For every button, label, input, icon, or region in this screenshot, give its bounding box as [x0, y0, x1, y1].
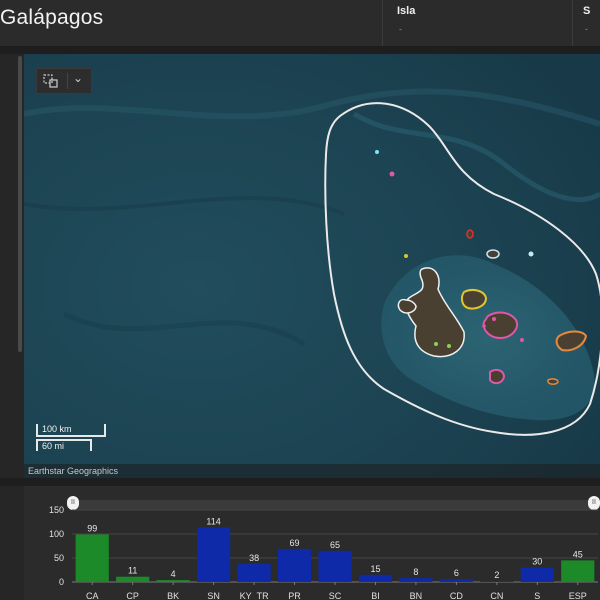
chart-panel: II II 0 50 100 150 99 CA 11 CP 4 BK 114 SN 38 KY_TR 69… [0, 486, 600, 600]
y-tick-label: 100 [49, 529, 64, 539]
x-tick-label: SN [207, 591, 220, 600]
island-rabida[interactable] [492, 317, 496, 321]
island-pinta[interactable] [466, 229, 474, 239]
y-tick-label: 50 [54, 553, 64, 563]
panel-divider [0, 478, 600, 486]
bar-S[interactable] [520, 567, 554, 582]
page-title: Galápagos [0, 6, 104, 29]
x-tick-label: CP [126, 591, 139, 600]
info-panel-label: S [583, 5, 591, 17]
map-canvas[interactable] [24, 54, 600, 478]
scrollbar[interactable] [18, 56, 22, 352]
info-panel-s[interactable]: S - [572, 0, 600, 46]
island-floreana[interactable] [489, 368, 506, 385]
data-label: 2 [494, 570, 499, 580]
x-tick-label: BN [410, 591, 423, 600]
bar-BK[interactable] [156, 580, 190, 582]
bar-BI[interactable] [358, 574, 393, 582]
island-espanola[interactable] [547, 378, 559, 385]
island-wolf[interactable] [389, 171, 395, 177]
data-label: 8 [413, 567, 418, 577]
bar-SN[interactable] [197, 527, 231, 582]
x-tick-label: PR [288, 591, 301, 600]
x-tick-label: CD [450, 591, 463, 600]
island-genovesa[interactable] [528, 251, 534, 257]
x-tick-label: KY_TR [240, 591, 270, 600]
info-panel-value: - [399, 24, 402, 34]
data-label: 114 [206, 516, 220, 526]
map-view[interactable]: ⌄ 100 km 60 mi Earthstar Geographics [24, 54, 600, 478]
app-header: Galápagos Isla - S - [0, 0, 600, 46]
info-panel-isla[interactable]: Isla - [382, 0, 573, 46]
info-panel-label: Isla [397, 5, 416, 17]
scale-bar: 100 km 60 mi [36, 424, 108, 454]
data-label: 6 [454, 568, 459, 578]
island-santa-cruz[interactable] [482, 311, 518, 340]
y-tick-label: 150 [49, 505, 64, 515]
island-santiago[interactable] [460, 289, 488, 310]
data-label: 38 [249, 553, 259, 563]
x-tick-label: CA [86, 591, 99, 600]
bar-BN[interactable] [399, 578, 433, 582]
data-label: 4 [171, 569, 176, 579]
bar-CN[interactable] [480, 581, 514, 582]
data-label: 65 [330, 540, 340, 550]
bar-CD[interactable] [439, 579, 473, 582]
x-tick-label: CN [490, 591, 503, 600]
x-tick-label: ESP [569, 591, 587, 600]
data-label: 69 [290, 538, 300, 548]
scale-label-imperial: 60 mi [42, 441, 65, 451]
panel-divider [0, 46, 600, 54]
bar-SC[interactable] [318, 550, 352, 582]
bar-PR[interactable] [277, 548, 312, 582]
chevron-down-icon[interactable]: ⌄ [73, 71, 83, 85]
y-tick-label: 0 [59, 577, 64, 587]
x-tick-label: BI [371, 591, 380, 600]
island-pinzon[interactable] [520, 338, 524, 342]
data-label: 99 [87, 523, 97, 533]
bar-chart: 05010015099CA11CP4BK114SN38KY_TR69PR65SC… [49, 505, 598, 600]
x-tick-label: BK [167, 591, 179, 600]
data-label: 11 [128, 566, 137, 576]
bar-CA[interactable] [75, 534, 109, 582]
island-santa-fe[interactable] [482, 324, 486, 328]
bar-KY_TR[interactable] [237, 563, 271, 582]
bar-ESP[interactable] [561, 560, 595, 582]
button-separator [67, 73, 68, 89]
x-tick-label: S [534, 591, 540, 600]
select-tool-icon [43, 74, 58, 88]
bar-CP[interactable] [116, 576, 150, 582]
island-marchena[interactable] [486, 249, 500, 259]
map-toolbar-button[interactable]: ⌄ [36, 68, 92, 94]
scale-label-metric: 100 km [42, 424, 72, 434]
info-panel-value: - [585, 24, 588, 34]
data-label: 45 [573, 549, 583, 559]
map-attribution: Earthstar Geographics [24, 464, 600, 478]
island-darwin[interactable] [375, 150, 379, 154]
data-label: 15 [370, 564, 380, 574]
data-label: 30 [532, 557, 542, 567]
x-tick-label: SC [329, 591, 342, 600]
